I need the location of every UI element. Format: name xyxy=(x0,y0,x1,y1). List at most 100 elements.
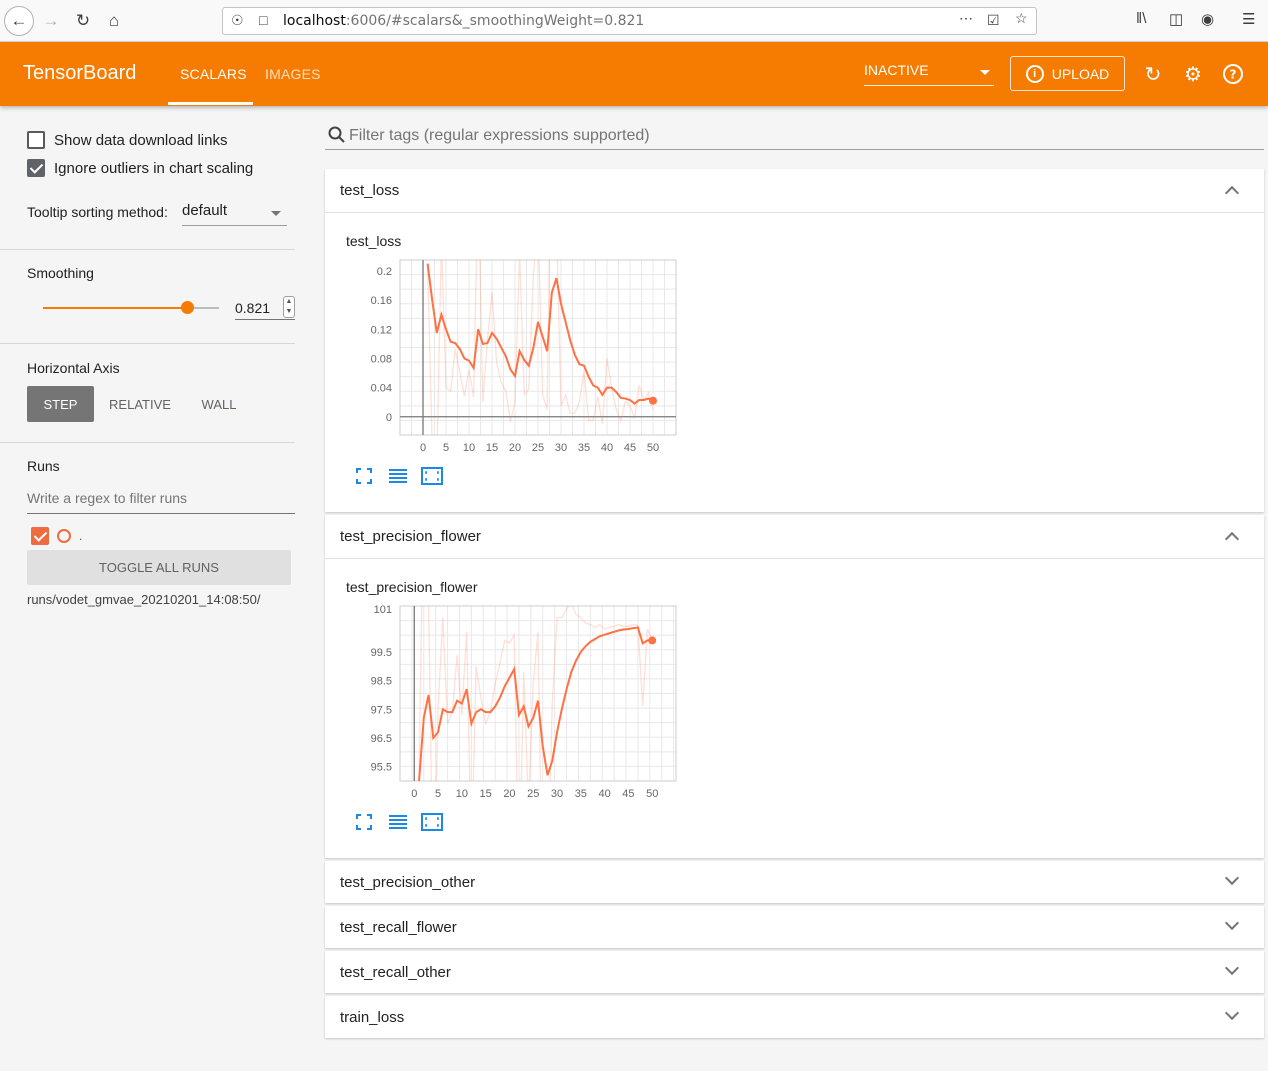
sidebar: Show data download links Ignore outliers… xyxy=(0,106,320,1071)
card-header[interactable]: test_loss xyxy=(325,169,1264,213)
last-point xyxy=(649,396,657,405)
y-tick-label: 0.04 xyxy=(371,383,392,395)
fit-domain-icon[interactable] xyxy=(421,812,443,832)
menu-icon[interactable]: ☰ xyxy=(1242,10,1255,28)
bookmark-star-icon[interactable]: ☆ xyxy=(1015,10,1028,27)
settings-gear-icon[interactable]: ⚙ xyxy=(1182,63,1204,86)
show-download-links-option[interactable]: Show data download links xyxy=(27,131,227,149)
address-bar[interactable]: ☉ □ localhost:6006/#scalars&_smoothingWe… xyxy=(222,7,1037,35)
axis-step-button[interactable]: STEP xyxy=(27,386,94,422)
smoothing-input[interactable]: 0.821 ▲ ▼ xyxy=(235,296,295,320)
back-arrow-icon[interactable]: ← xyxy=(4,6,34,36)
sidebar-toggle-icon[interactable]: ◫ xyxy=(1169,10,1183,28)
url-text: localhost:6006/#scalars&_smoothingWeight… xyxy=(283,13,645,29)
chevron-up-icon[interactable] xyxy=(1224,185,1240,201)
more-actions-icon[interactable]: ⋯ xyxy=(959,10,973,27)
chart-toolbar xyxy=(353,812,443,832)
x-tick-label: 45 xyxy=(624,442,636,454)
run-status-select[interactable]: INACTIVE xyxy=(864,62,994,86)
tab-images[interactable]: IMAGES xyxy=(265,66,321,82)
y-tick-label: 0.16 xyxy=(371,295,392,307)
fit-domain-icon[interactable] xyxy=(421,466,443,486)
y-tick-label: 95.5 xyxy=(371,762,392,774)
smoothing-slider-knob[interactable] xyxy=(181,301,195,314)
x-tick-label: 25 xyxy=(532,442,544,454)
card-title: test_loss xyxy=(340,182,400,199)
card-test-precision-other[interactable]: test_precision_other xyxy=(325,861,1264,903)
smoothing-slider-fill xyxy=(43,307,188,309)
card-header[interactable]: test_recall_flower xyxy=(325,906,1264,950)
card-title: test_recall_other xyxy=(340,964,451,981)
chart-toolbar xyxy=(353,466,443,486)
test-precision-flower-chart[interactable]: 0 5 10 15 20 25 30 35 40 45 50 95.5 96.5 97.5 98.5 99.5… xyxy=(325,603,685,803)
run-item[interactable]: . xyxy=(31,527,82,545)
card-train-loss[interactable]: train_loss xyxy=(325,996,1264,1038)
y-tick-label: 0.2 xyxy=(377,266,392,278)
y-tick-label: 0.08 xyxy=(371,353,392,365)
toggle-all-runs-button[interactable]: TOGGLE ALL RUNS xyxy=(27,550,291,585)
card-header[interactable]: test_precision_flower xyxy=(325,515,1264,559)
divider xyxy=(0,343,295,344)
pocket-icon[interactable]: ☑ xyxy=(987,12,1000,29)
x-tick-label: 10 xyxy=(463,442,475,454)
run-path: runs/vodet_gmvae_20210201_14:08:50/ xyxy=(27,592,261,607)
show-download-links-checkbox[interactable] xyxy=(27,131,45,149)
smoothing-value: 0.821 xyxy=(235,300,271,316)
shield-icon[interactable]: ☉ xyxy=(231,12,244,29)
x-tick-label: 40 xyxy=(598,788,610,800)
chevron-up-icon[interactable] xyxy=(1224,531,1240,547)
axis-wall-button[interactable]: WALL xyxy=(190,386,248,422)
spinner-arrows-icon[interactable]: ▲ ▼ xyxy=(283,296,295,318)
card-header[interactable]: train_loss xyxy=(325,996,1264,1040)
y-tick-label: 98.5 xyxy=(371,676,392,688)
chevron-down-icon[interactable] xyxy=(1224,960,1240,976)
tooltip-sorting-select[interactable]: default xyxy=(182,202,287,226)
run-checkbox[interactable] xyxy=(31,527,49,545)
chart-title: test_loss xyxy=(346,233,402,249)
chevron-down-icon[interactable] xyxy=(1224,870,1240,886)
x-tick-label: 20 xyxy=(503,788,515,800)
app-header: TensorBoard SCALARS IMAGES INACTIVE i UP… xyxy=(0,42,1268,106)
account-icon[interactable]: ◉ xyxy=(1201,10,1214,28)
fullscreen-icon[interactable] xyxy=(353,466,375,486)
test-loss-chart[interactable]: 0 5 10 15 20 25 30 35 40 45 50 0 0.04 0.08 0.12 0.16 0.2 xyxy=(325,257,685,457)
data-table-icon[interactable] xyxy=(387,466,409,486)
axis-relative-button[interactable]: RELATIVE xyxy=(104,386,176,422)
run-color-circle-icon[interactable] xyxy=(57,529,71,543)
card-title: test_precision_flower xyxy=(340,528,481,545)
card-header[interactable]: test_precision_other xyxy=(325,861,1264,905)
reload-icon[interactable]: ↻ xyxy=(70,8,96,34)
x-tick-label: 0 xyxy=(420,442,426,454)
refresh-icon[interactable]: ↻ xyxy=(1142,63,1164,86)
card-test-recall-other[interactable]: test_recall_other xyxy=(325,951,1264,993)
forward-arrow-icon[interactable]: → xyxy=(38,8,64,34)
library-icon[interactable]: ‖\ xyxy=(1136,10,1146,27)
series-line xyxy=(418,626,653,781)
card-test-recall-flower[interactable]: test_recall_flower xyxy=(325,906,1264,948)
smoothing-slider[interactable] xyxy=(43,301,219,314)
y-tick-label: 101 xyxy=(374,604,392,616)
tag-filter-input[interactable]: Filter tags (regular expressions support… xyxy=(325,124,1264,150)
help-icon[interactable]: ? xyxy=(1222,63,1244,85)
fullscreen-icon[interactable] xyxy=(353,812,375,832)
upload-button[interactable]: i UPLOAD xyxy=(1010,56,1125,91)
chevron-down-icon[interactable] xyxy=(1224,915,1240,931)
ignore-outliers-option[interactable]: Ignore outliers in chart scaling xyxy=(27,159,253,177)
y-tick-label: 0 xyxy=(386,412,392,424)
x-tick-label: 25 xyxy=(527,788,539,800)
ignore-outliers-checkbox[interactable] xyxy=(27,159,45,177)
svg-text:?: ? xyxy=(1230,68,1237,82)
home-icon[interactable]: ⌂ xyxy=(101,8,127,34)
active-tab-indicator xyxy=(168,102,253,105)
tab-scalars[interactable]: SCALARS xyxy=(180,66,247,82)
runs-filter-input[interactable]: Write a regex to filter runs xyxy=(27,490,295,514)
data-table-icon[interactable] xyxy=(387,812,409,832)
runs-label: Runs xyxy=(27,458,60,474)
show-download-links-label: Show data download links xyxy=(54,131,228,149)
page-info-icon[interactable]: □ xyxy=(259,12,267,28)
chevron-down-icon[interactable] xyxy=(1224,1005,1240,1021)
x-tick-label: 15 xyxy=(486,442,498,454)
x-tick-label: 30 xyxy=(555,442,567,454)
card-header[interactable]: test_recall_other xyxy=(325,951,1264,995)
ignore-outliers-label: Ignore outliers in chart scaling xyxy=(54,159,254,177)
